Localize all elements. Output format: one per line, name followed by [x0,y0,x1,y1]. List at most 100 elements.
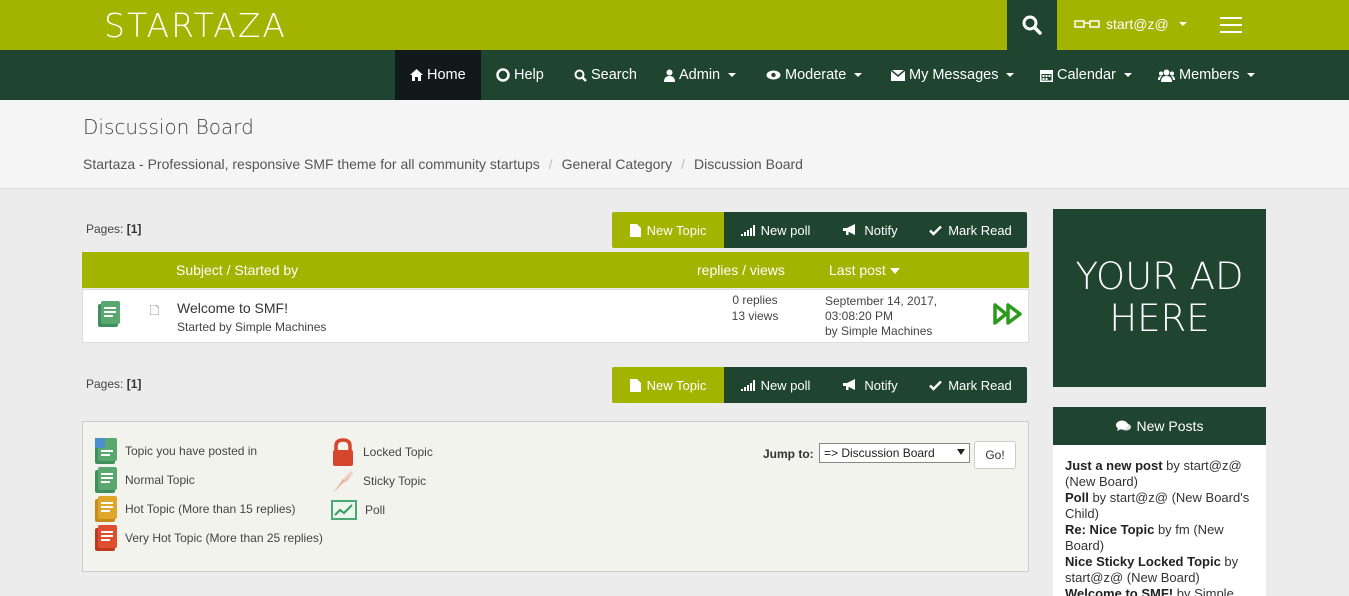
nav-search[interactable]: Search [574,50,637,100]
ad-line-2: HERE [1109,297,1210,340]
document-icon [629,378,641,392]
nav-calendar[interactable]: Calendar [1040,50,1132,100]
notify-button[interactable]: Notify [827,212,914,248]
posted-topic-icon [95,438,117,464]
chevron-down-icon [728,73,737,77]
envelope-icon [891,69,905,81]
topic-subject-link[interactable]: Welcome to SMF! [177,300,288,316]
site-logo[interactable]: STARTAZA [104,6,287,45]
mark-read-button[interactable]: Mark Read [914,212,1027,248]
glasses-icon [1074,20,1100,28]
chevron-down-icon [854,73,863,77]
new-posts-list: Just a new post by start@z@ (New Board) … [1053,445,1266,596]
topic-starter: Started by Simple Machines [177,320,327,334]
legend-item: Locked Topic [331,438,433,466]
search-icon [1022,15,1042,35]
legend-label: Sticky Topic [363,474,427,488]
page-current[interactable]: [1] [127,377,142,391]
new-posts-title: New Posts [1136,418,1204,434]
jump-to-select[interactable]: => Discussion Board [819,443,970,463]
table-row: Welcome to SMF! Started by Simple Machin… [82,289,1029,343]
calendar-icon [1040,69,1053,82]
breadcrumb-forum[interactable]: Startaza - Professional, responsive SMF … [83,156,540,172]
col-stats[interactable]: replies / views [697,262,785,278]
legend-label: Very Hot Topic (More than 25 replies) [125,531,323,545]
mark-read-label: Mark Read [948,222,1012,238]
col-last-post[interactable]: Last post [829,262,900,278]
users-icon [1158,69,1175,82]
chevron-down-icon [1123,73,1132,77]
pagination-top: Pages: [1] [86,222,141,236]
mark-read-button[interactable]: Mark Read [914,367,1027,403]
hamburger-menu-button[interactable] [1220,17,1242,33]
post-icon [150,305,159,315]
user-icon [664,69,675,82]
search-toggle-button[interactable] [1007,0,1057,50]
sort-down-icon [889,268,900,275]
board-actions-bottom: New Topic New poll Notify Mark Read [612,367,1027,403]
nav-label: Calendar [1057,67,1116,83]
post-link[interactable]: Just a new post [1065,458,1163,473]
bullhorn-icon [843,224,856,235]
user-menu[interactable]: start@z@ [1074,16,1187,32]
pages-label: Pages: [86,377,124,391]
document-icon [629,223,641,237]
list-item: Re: Nice Topic by fm (New Board) [1065,522,1254,554]
last-post-date: September 14, 2017, [825,294,938,308]
legend-item: Hot Topic (More than 15 replies) [95,496,296,522]
check-icon [929,225,943,236]
new-poll-button[interactable]: New poll [724,212,827,248]
nav-moderate[interactable]: Moderate [766,50,863,100]
username: start@z@ [1106,16,1169,32]
new-topic-button[interactable]: New Topic [612,212,724,248]
post-link[interactable]: Poll [1065,490,1089,505]
breadcrumb-board[interactable]: Discussion Board [694,156,803,172]
last-post-arrow-icon[interactable] [993,303,1023,325]
search-icon [574,69,587,82]
post-link[interactable]: Welcome to SMF! [1065,586,1173,596]
new-poll-label: New poll [760,377,811,393]
lifebuoy-icon [496,68,510,82]
legend-item: Very Hot Topic (More than 25 replies) [95,525,323,551]
pagination-bottom: Pages: [1] [86,377,141,391]
breadcrumb: Startaza - Professional, responsive SMF … [83,156,803,172]
breadcrumb-category[interactable]: General Category [562,156,673,172]
board-actions-top: New Topic New poll Notify Mark Read [612,212,1027,248]
post-meta: by start@z@ (New Board's Child) [1065,490,1250,521]
new-topic-button[interactable]: New Topic [612,367,724,403]
poll-chart-icon [331,500,357,520]
page-current[interactable]: [1] [127,222,142,236]
very-hot-topic-icon [95,525,117,551]
new-topic-label: New Topic [646,377,707,393]
col-subject[interactable]: Subject / Started by [176,262,298,278]
notify-button[interactable]: Notify [827,367,914,403]
bullhorn-icon [843,379,856,390]
hot-topic-icon [95,496,117,522]
post-link[interactable]: Nice Sticky Locked Topic [1065,554,1221,569]
ad-banner[interactable]: YOUR AD HERE [1053,209,1266,387]
mark-read-label: Mark Read [948,377,1012,393]
new-posts-header: New Posts [1053,407,1266,445]
list-item: Welcome to SMF! by Simple Machines [1065,586,1254,596]
list-item: Nice Sticky Locked Topic by start@z@ (Ne… [1065,554,1254,586]
post-link[interactable]: Re: Nice Topic [1065,522,1154,537]
breadcrumb-separator: / [681,156,686,172]
chevron-down-icon [1006,73,1015,77]
list-item: Poll by start@z@ (New Board's Child) [1065,490,1254,522]
check-icon [929,380,943,391]
new-poll-button[interactable]: New poll [724,367,827,403]
nav-help[interactable]: Help [496,50,544,100]
legend-label: Poll [365,503,386,517]
nav-home[interactable]: Home [395,50,481,100]
go-button[interactable]: Go! [974,441,1016,469]
breadcrumb-separator: / [548,156,553,172]
legend-label: Normal Topic [125,473,195,487]
lock-icon [333,438,353,466]
nav-label: Admin [679,67,721,83]
nav-members[interactable]: Members [1158,50,1256,100]
notify-label: Notify [864,377,898,393]
legend-label: Locked Topic [363,445,433,459]
nav-admin[interactable]: Admin [664,50,737,100]
normal-topic-icon [95,467,117,493]
nav-my-messages[interactable]: My Messages [891,50,1015,100]
